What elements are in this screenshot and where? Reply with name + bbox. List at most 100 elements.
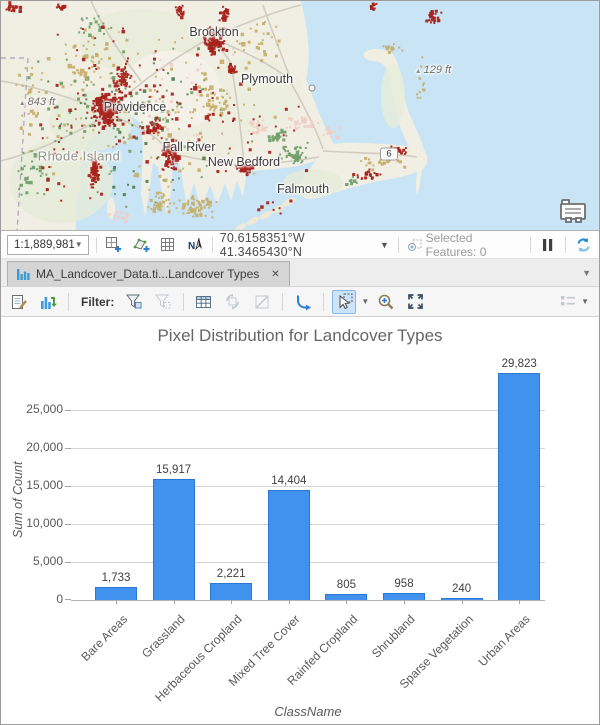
x-tick-mark [404, 600, 405, 604]
x-tick-mark [116, 600, 117, 604]
bar-value-label: 2,221 [217, 568, 246, 580]
x-axis-title: ClassName [71, 704, 545, 719]
separator [96, 237, 97, 253]
new-layout-icon[interactable] [104, 235, 124, 255]
select-tool-icon[interactable] [332, 290, 356, 314]
highway-shield: 6 [380, 148, 398, 161]
map-view[interactable]: Brockton Plymouth Providence Fall RiverNew … [1, 1, 599, 231]
peak-icon: ▲ [415, 68, 424, 75]
full-extent-icon[interactable] [403, 290, 427, 314]
x-tick-mark [346, 600, 347, 604]
bar-herbaceous-cropland[interactable] [210, 583, 252, 600]
legend-list-icon[interactable] [559, 293, 577, 310]
map-city-label: Falmouth [277, 182, 329, 196]
legend-chevron-icon[interactable]: ▼ [581, 297, 589, 306]
x-tick-mark [519, 600, 520, 604]
map-panel-icon[interactable] [557, 197, 589, 230]
map-city-label: New Bedford [208, 155, 280, 169]
gridline [71, 448, 545, 449]
separator [68, 293, 69, 311]
bar-value-label: 29,823 [502, 358, 537, 370]
bar-urban-areas[interactable] [498, 373, 540, 600]
y-tick-mark [65, 486, 71, 487]
map-city-label: Providence [104, 100, 167, 114]
chart-toolbar: Filter: [1, 287, 599, 317]
svg-text:N: N [188, 241, 195, 252]
separator [183, 293, 184, 311]
separator [323, 293, 324, 311]
select-tool-chevron-icon[interactable]: ▼ [361, 297, 369, 306]
tab-landcover-chart[interactable]: MA_Landcover_Data.ti...Landcover Types ✕ [7, 261, 290, 286]
arcgis-pro-window: Brockton Plymouth Providence Fall RiverNew … [0, 0, 600, 725]
chart-title: Pixel Distribution for Landcover Types [1, 326, 599, 346]
map-coordinates-readout: 70.6158351°W 41.3465430°N [220, 231, 371, 259]
map-city-label: Fall River [163, 140, 216, 154]
selected-features-label: Selected Features: 0 [426, 231, 523, 259]
grid-icon[interactable] [158, 235, 178, 255]
elevation-label-2: ▲ 129 ft [415, 64, 451, 76]
y-tick-mark [65, 448, 71, 449]
peak-icon: ▲ [19, 100, 28, 107]
bar-chart-tab-icon [17, 268, 30, 280]
tab-list-chevron-icon[interactable]: ▼ [582, 268, 591, 278]
show-table-icon[interactable] [192, 290, 216, 314]
switch-selection-icon[interactable] [221, 290, 245, 314]
map-scale-value: 1:1,889,981 [14, 239, 75, 251]
chevron-down-icon[interactable]: ▼ [75, 240, 88, 249]
bar-shrubland[interactable] [383, 593, 425, 600]
separator [565, 237, 566, 253]
y-tick-mark [65, 599, 71, 600]
y-tick-label: 0 [7, 592, 63, 606]
y-tick-mark [65, 410, 71, 411]
y-tick-label: 25,000 [7, 402, 63, 416]
plymouth-marker [309, 85, 315, 91]
bar-value-label: 240 [452, 583, 471, 595]
chart-properties-icon[interactable] [7, 290, 31, 314]
x-tick-mark [462, 600, 463, 604]
add-graticule-icon[interactable] [131, 235, 151, 255]
filter-label: Filter: [81, 295, 114, 309]
y-tick-label: 15,000 [7, 478, 63, 492]
y-tick-label: 10,000 [7, 516, 63, 530]
gridline [71, 486, 545, 487]
filter-by-extent-icon[interactable] [151, 290, 175, 314]
chart-export-icon[interactable] [36, 290, 60, 314]
separator [212, 237, 213, 253]
map-city-label: Brockton [189, 25, 238, 39]
bar-value-label: 805 [337, 579, 356, 591]
elevation-label-1: ▲ 843 ft [19, 96, 55, 108]
bar-value-label: 1,733 [102, 572, 131, 584]
filter-by-selection-icon[interactable] [122, 290, 146, 314]
x-axis-line [71, 600, 545, 601]
pause-drawing-icon[interactable] [538, 235, 558, 255]
map-city-label: Plymouth [241, 72, 293, 86]
separator [530, 237, 531, 253]
selected-features-icon [406, 237, 422, 253]
y-tick-mark [65, 562, 71, 563]
chevron-down-icon[interactable]: ▼ [378, 240, 391, 250]
bar-value-label: 15,917 [156, 464, 191, 476]
close-tab-icon[interactable]: ✕ [271, 269, 279, 280]
chart-view: Pixel Distribution for Landcover Types S… [1, 326, 599, 725]
bar-grassland[interactable] [153, 479, 195, 600]
bar-value-label: 14,404 [271, 475, 306, 487]
separator [282, 293, 283, 311]
x-tick-mark [289, 600, 290, 604]
bar-bare-areas[interactable] [95, 587, 137, 600]
clear-selection-icon[interactable] [250, 290, 274, 314]
refresh-icon[interactable] [573, 235, 593, 255]
y-tick-mark [65, 524, 71, 525]
zoom-mode-icon[interactable] [374, 290, 398, 314]
chart-plot-area[interactable]: 05,00010,00015,00020,00025,0001,733Bare … [71, 365, 545, 600]
north-arrow-icon[interactable]: N [185, 235, 205, 255]
flip-axes-icon[interactable] [291, 290, 315, 314]
map-scale-combobox[interactable]: 1:1,889,981 ▼ [7, 235, 89, 255]
y-tick-label: 5,000 [7, 554, 63, 568]
selected-features-indicator[interactable]: Selected Features: 0 [406, 231, 523, 259]
state-label: Rhode Island [38, 149, 121, 164]
landcover-basemap [1, 1, 599, 231]
tab-label: MA_Landcover_Data.ti...Landcover Types [36, 267, 259, 281]
view-tab-bar: MA_Landcover_Data.ti...Landcover Types ✕… [1, 259, 599, 287]
bar-mixed-tree-cover[interactable] [268, 490, 310, 600]
gridline [71, 410, 545, 411]
